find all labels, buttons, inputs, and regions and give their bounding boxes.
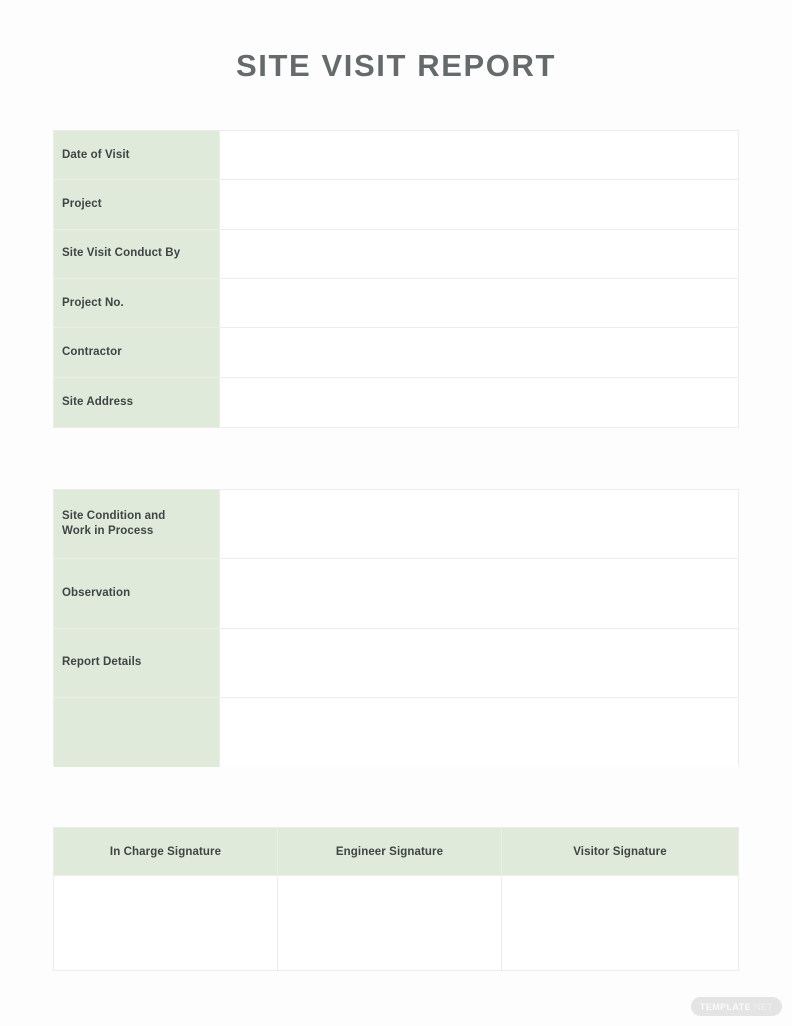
label-text: Observation (62, 586, 131, 599)
field-label-report-details: Report Details (54, 628, 220, 697)
signatures-table: In Charge Signature Engineer Signature V… (53, 827, 739, 971)
site-observation-table: Site Condition and Work in Process Obser… (53, 489, 739, 767)
field-value-site-condition-and-work-in-process[interactable] (220, 490, 738, 559)
signature-field-visitor[interactable] (502, 876, 738, 970)
table-row: Project (54, 180, 738, 230)
table-header-row: In Charge Signature Engineer Signature V… (54, 828, 738, 876)
label-text: Site Condition and Work in Process (62, 509, 165, 539)
label-text: Contractor (62, 345, 122, 358)
signature-field-in-charge[interactable] (54, 876, 278, 970)
field-value-site-visit-conduct-by[interactable] (220, 229, 738, 278)
table-row: Observation (54, 559, 738, 629)
table-row (54, 697, 738, 767)
label-text: Date of Visit (62, 148, 130, 161)
field-value-site-address[interactable] (220, 377, 738, 427)
table-row: Date of Visit (54, 131, 738, 181)
field-label-project-no: Project No. (54, 278, 220, 328)
table-row: Report Details (54, 628, 738, 698)
label-text: Project (62, 197, 102, 210)
field-label-date-of-visit: Date of Visit (54, 131, 220, 180)
field-value-date-of-visit[interactable] (220, 131, 738, 180)
field-value-project[interactable] (220, 180, 738, 229)
field-label-site-visit-conduct-by: Site Visit Conduct By (54, 229, 220, 278)
table-row (54, 876, 738, 970)
label-text-line-2: Work in Process (62, 525, 154, 538)
page-title: SITE VISIT REPORT (235, 48, 557, 83)
table-row: Site Visit Conduct By (54, 229, 738, 279)
field-label-blank (54, 697, 220, 767)
label-text: Project No. (62, 296, 124, 309)
table-row: Site Address (54, 377, 738, 427)
field-label-observation: Observation (54, 559, 220, 628)
table-row: Site Condition and Work in Process (54, 490, 738, 560)
field-value-observation[interactable] (220, 559, 738, 628)
field-value-contractor[interactable] (220, 328, 738, 377)
field-label-project: Project (54, 180, 220, 229)
field-value-blank[interactable] (220, 697, 738, 767)
label-text: Report Details (62, 656, 142, 669)
label-text-line-1: Site Condition and (62, 510, 166, 523)
template-net-watermark: TEMPLATE.NET (691, 997, 782, 1016)
field-label-contractor: Contractor (54, 328, 220, 377)
field-label-site-condition-and-work-in-process: Site Condition and Work in Process (54, 490, 220, 559)
watermark-brand: TEMPLATE (699, 1001, 751, 1012)
label-text: Site Address (62, 395, 134, 408)
label-text: Site Visit Conduct By (62, 247, 181, 260)
column-header-engineer-signature: Engineer Signature (278, 828, 502, 875)
site-visit-details-table: Date of Visit Project Site Visit Conduct… (53, 130, 739, 428)
column-header-in-charge-signature: In Charge Signature (54, 828, 278, 875)
field-label-site-address: Site Address (54, 377, 220, 427)
field-value-project-no[interactable] (220, 278, 738, 328)
field-value-report-details[interactable] (220, 628, 738, 697)
column-header-visitor-signature: Visitor Signature (502, 828, 738, 875)
table-row: Contractor (54, 328, 738, 378)
watermark-suffix: .NET (750, 1001, 774, 1012)
watermark-text: TEMPLATE.NET (700, 1002, 773, 1012)
table-row: Project No. (54, 278, 738, 329)
signature-field-engineer[interactable] (278, 876, 502, 970)
document-page: SITE VISIT REPORT Date of Visit Project … (0, 0, 792, 1026)
